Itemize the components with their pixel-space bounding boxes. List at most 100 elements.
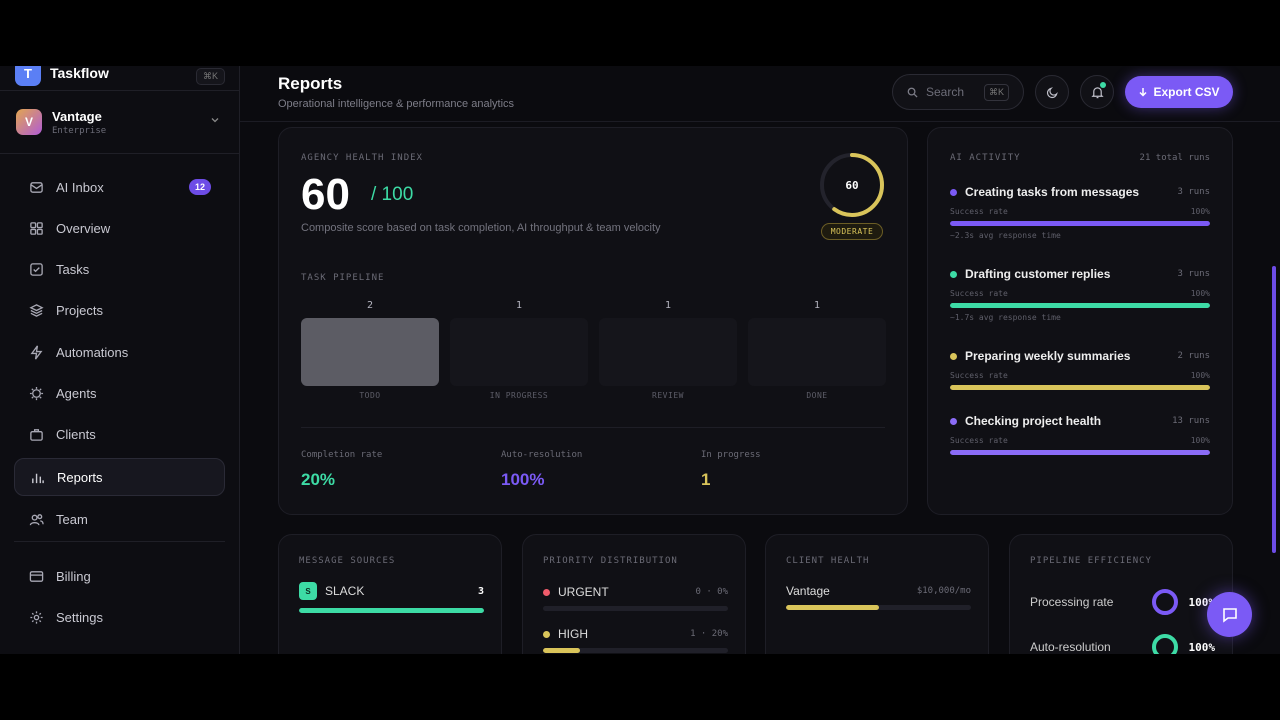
client-value: $10,000/mo	[916, 586, 971, 596]
agency-health-card: AGENCY HEALTH INDEX 60 / 100 Composite s…	[278, 127, 908, 515]
pipeline-stage-todo[interactable]: 2 TODO	[301, 300, 439, 400]
sidebar-item-label: Projects	[56, 302, 103, 318]
sidebar-item-billing[interactable]: Billing	[14, 557, 225, 595]
priority-bar-fill	[543, 648, 580, 653]
moon-icon	[1046, 86, 1059, 99]
priority-row-high[interactable]: HIGH 1 · 20%	[543, 627, 728, 641]
stage-count: 1	[813, 300, 821, 311]
priority-name: HIGH	[558, 627, 588, 641]
ai-item-name: Preparing weekly summaries	[965, 349, 1131, 363]
client-row-vantage[interactable]: Vantage $10,000/mo	[786, 584, 971, 598]
priority-name: URGENT	[558, 585, 609, 599]
source-row-slack[interactable]: S SLACK 3	[299, 582, 484, 600]
efficiency-name: Processing rate	[1030, 595, 1114, 609]
efficiency-row-auto-resolution: Auto-resolution 100%	[1030, 633, 1215, 654]
client-bar-fill	[786, 605, 879, 610]
health-score: 60	[301, 170, 350, 219]
efficiency-row-processing: Processing rate 100%	[1030, 588, 1215, 616]
success-rate-bar	[950, 450, 1210, 455]
sidebar-item-reports[interactable]: Reports	[14, 458, 225, 496]
priority-dot	[543, 588, 550, 596]
sidebar-item-projects[interactable]: Projects	[14, 291, 225, 329]
rate-label: Success rate	[950, 207, 1008, 216]
ai-item-runs: 2 runs	[1177, 351, 1210, 361]
ai-item-runs: 3 runs	[1177, 269, 1210, 279]
sidebar-item-settings[interactable]: Settings	[14, 598, 225, 636]
sidebar-item-team[interactable]: Team	[14, 500, 225, 538]
source-name: SLACK	[325, 584, 365, 598]
sidebar-item-label: Automations	[56, 344, 129, 360]
sidebar-item-tasks[interactable]: Tasks	[14, 250, 225, 288]
divider	[301, 427, 885, 428]
health-score-max: / 100	[371, 184, 414, 205]
stage-bar	[599, 318, 737, 386]
search-placeholder: Search	[926, 85, 965, 99]
sidebar: T Taskflow ⌘K V Vantage Enterprise AI In…	[0, 66, 240, 654]
health-label: AGENCY HEALTH INDEX	[301, 153, 423, 163]
search-input[interactable]: Search ⌘K	[892, 74, 1024, 110]
source-bar	[299, 608, 484, 613]
priority-distribution-card: PRIORITY DISTRIBUTION URGENT 0 · 0% HIGH…	[522, 534, 746, 654]
ai-activity-item[interactable]: Creating tasks from messages 3 runs Succ…	[950, 185, 1210, 240]
stat-auto-resolution: Auto-resolution 100%	[501, 450, 582, 490]
sidebar-item-agents[interactable]: Agents	[14, 374, 225, 412]
ai-item-response-time: ~2.3s avg response time	[950, 231, 1061, 240]
health-description: Composite score based on task completion…	[301, 222, 661, 234]
slack-icon: S	[299, 582, 317, 600]
workspace-name: Vantage	[52, 108, 102, 124]
stage-name: REVIEW	[652, 391, 684, 400]
message-sources-card: MESSAGE SOURCES S SLACK 3	[278, 534, 502, 654]
stage-name: TODO	[359, 391, 381, 400]
ai-item-name: Checking project health	[965, 414, 1102, 428]
pipeline-label: TASK PIPELINE	[301, 273, 385, 283]
stage-bar	[301, 318, 439, 386]
priority-dot	[543, 630, 550, 638]
command-palette-shortcut[interactable]: ⌘K	[195, 68, 225, 85]
chip-icon	[28, 385, 44, 401]
notifications-button[interactable]	[1080, 75, 1114, 109]
workspace-plan: Enterprise	[52, 125, 107, 136]
page-title: Reports	[278, 74, 343, 93]
scrollbar-thumb[interactable]	[1272, 266, 1276, 553]
gear-icon	[28, 609, 44, 625]
rate-label: Success rate	[950, 371, 1008, 380]
briefcase-icon	[28, 426, 44, 442]
pipeline-efficiency-label: PIPELINE EFFICIENCY	[1030, 556, 1152, 566]
ai-item-runs: 13 runs	[1172, 416, 1210, 426]
app-window: T Taskflow ⌘K V Vantage Enterprise AI In…	[0, 66, 1280, 654]
divider	[14, 541, 225, 542]
export-label: Export CSV	[1153, 85, 1220, 99]
priority-row-urgent[interactable]: URGENT 0 · 0%	[543, 585, 728, 599]
ai-activity-item[interactable]: Preparing weekly summaries 2 runs Succes…	[950, 349, 1210, 390]
export-csv-button[interactable]: Export CSV	[1125, 76, 1233, 108]
sidebar-item-automations[interactable]: Automations	[14, 333, 225, 371]
status-dot	[950, 188, 957, 196]
brand[interactable]: T Taskflow ⌘K	[15, 66, 225, 88]
ai-activity-item[interactable]: Drafting customer replies 3 runs Success…	[950, 267, 1210, 322]
theme-toggle-button[interactable]	[1035, 75, 1069, 109]
priority-bar	[543, 606, 728, 611]
chat-button[interactable]	[1207, 592, 1252, 637]
success-rate-fill	[950, 450, 1210, 455]
priority-bar	[543, 648, 728, 653]
status-dot	[950, 270, 957, 278]
pipeline-stage-in-progress[interactable]: 1 IN PROGRESS	[450, 300, 588, 400]
ai-activity-item[interactable]: Checking project health 13 runs Success …	[950, 414, 1210, 455]
card-icon	[28, 568, 44, 584]
ai-item-runs: 3 runs	[1177, 187, 1210, 197]
pipeline-stage-done[interactable]: 1 DONE	[748, 300, 886, 400]
success-rate-bar	[950, 221, 1210, 226]
brand-logo: T	[15, 66, 41, 86]
client-bar	[786, 605, 971, 610]
stage-bar	[748, 318, 886, 386]
sidebar-item-overview[interactable]: Overview	[14, 209, 225, 247]
pipeline-stage-review[interactable]: 1 REVIEW	[599, 300, 737, 400]
status-dot	[950, 417, 957, 425]
sidebar-item-clients[interactable]: Clients	[14, 415, 225, 453]
ai-item-name: Creating tasks from messages	[965, 185, 1140, 199]
checkbox-icon	[28, 261, 44, 277]
sidebar-item-ai-inbox[interactable]: AI Inbox 12	[14, 168, 225, 206]
sidebar-item-label: Team	[56, 511, 88, 527]
message-sources-label: MESSAGE SOURCES	[299, 556, 396, 566]
workspace-switcher[interactable]: V Vantage Enterprise	[16, 106, 224, 138]
